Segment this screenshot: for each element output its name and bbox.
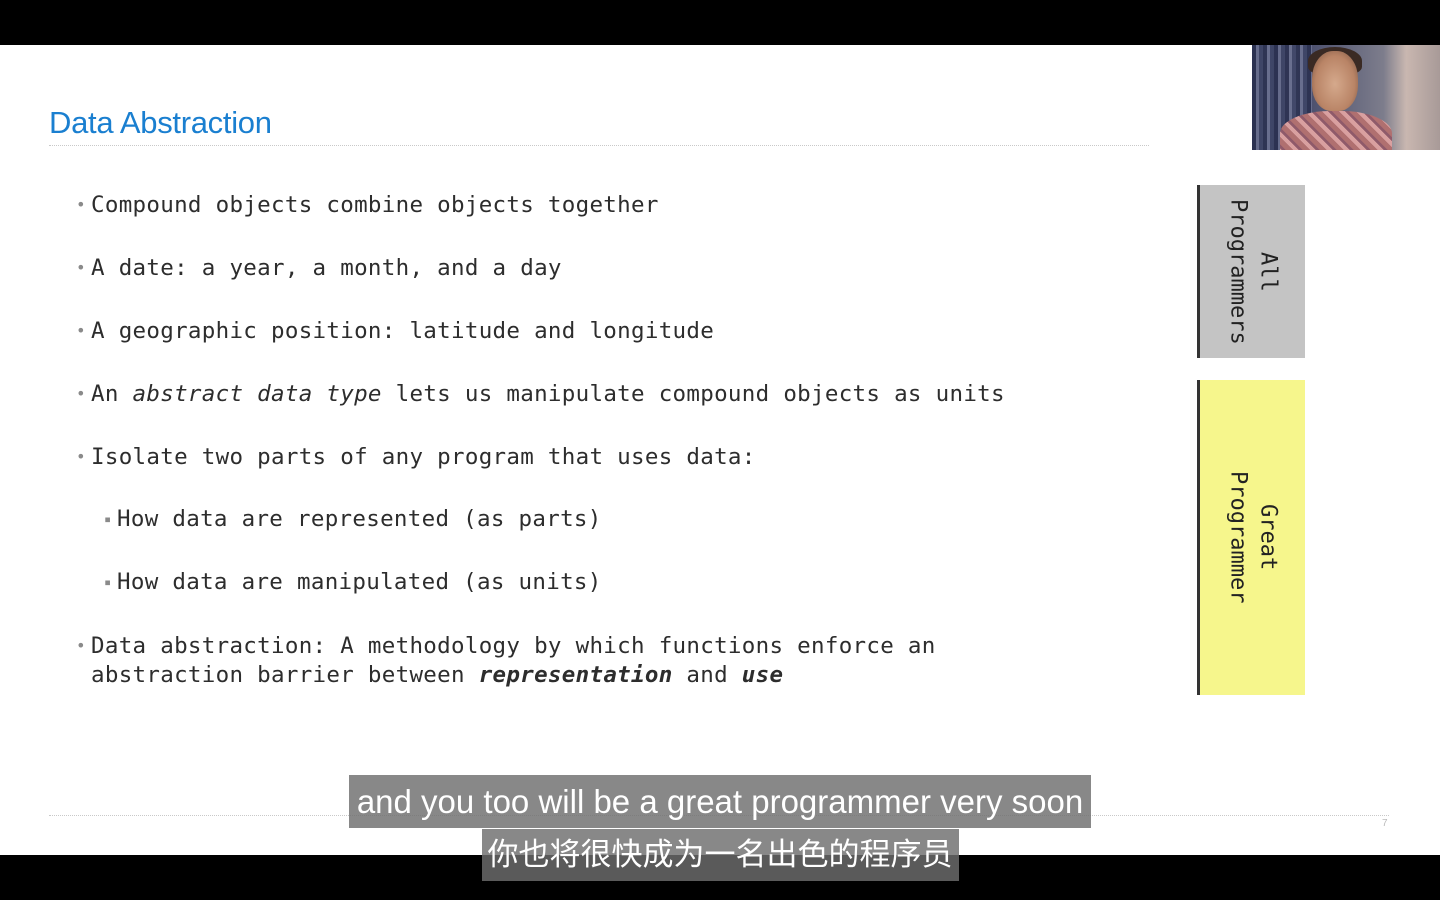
bullet-text: A date: a year, a month, and a day <box>91 255 562 281</box>
slide-title: Data Abstraction <box>49 105 272 140</box>
bullet-text: How data are manipulated (as units) <box>117 569 602 595</box>
title-divider <box>49 145 1149 146</box>
bullet-text: An <box>91 381 133 407</box>
emphasis-text: abstract data type <box>132 381 382 407</box>
letterbox-top <box>0 0 1440 45</box>
bullet-item: • A date: a year, a month, and a day <box>76 253 562 283</box>
all-programmers-label: All Programmers <box>1225 198 1281 345</box>
bullet-text: How data are represented (as parts) <box>117 506 602 532</box>
bullet-item: • An abstract data type lets us manipulat… <box>76 379 1005 409</box>
bullet-dot-icon: • <box>76 258 86 277</box>
square-bullet-icon: ▪ <box>104 575 112 589</box>
square-bullet-icon: ▪ <box>104 512 112 526</box>
emphasis-text: use <box>741 662 784 688</box>
bullet-dot-icon: • <box>76 636 86 655</box>
bullet-text: abstraction barrier between <box>91 662 479 688</box>
presenter-body <box>1280 111 1392 150</box>
presenter-face <box>1312 51 1358 111</box>
bullet-item: • A geographic position: latitude and lon… <box>76 316 714 346</box>
bullet-item: • Data abstraction: A methodology by whic… <box>76 631 936 690</box>
bullet-text: A geographic position: latitude and long… <box>91 318 715 344</box>
bullet-dot-icon: • <box>76 321 86 340</box>
subtitle-english: and you too will be a great programmer v… <box>0 775 1440 828</box>
bullet-text: lets us manipulate compound objects as u… <box>381 381 1005 407</box>
bullet-text: and <box>672 662 742 688</box>
webcam-video <box>1252 45 1440 150</box>
subtitle-chinese: 你也将很快成为一名出色的程序员 <box>0 829 1440 881</box>
bullet-dot-icon: • <box>76 447 86 466</box>
bullet-text: Compound objects combine objects togethe… <box>91 192 659 218</box>
subtitle-chinese-text: 你也将很快成为一名出色的程序员 <box>481 829 959 881</box>
bullet-dot-icon: • <box>76 195 86 214</box>
bullet-item: • Compound objects combine objects togeth… <box>76 190 659 220</box>
subtitle-english-text: and you too will be a great programmer v… <box>348 775 1092 828</box>
bullet-text: Isolate two parts of any program that us… <box>91 444 756 470</box>
great-programmer-box: Great Programmer <box>1197 380 1305 695</box>
bullet-text: Data abstraction: A methodology by which… <box>91 633 936 659</box>
emphasis-text: representation <box>478 662 673 688</box>
bullet-item: • Isolate two parts of any program that u… <box>76 442 756 472</box>
lecture-slide: Data Abstraction • Compound objects combi… <box>0 45 1440 855</box>
sub-bullet-item: ▪ How data are manipulated (as units) <box>104 568 602 597</box>
sub-bullet-item: ▪ How data are represented (as parts) <box>104 505 602 534</box>
all-programmers-box: All Programmers <box>1197 185 1305 358</box>
bullet-dot-icon: • <box>76 384 86 403</box>
great-programmer-label: Great Programmer <box>1225 471 1281 604</box>
